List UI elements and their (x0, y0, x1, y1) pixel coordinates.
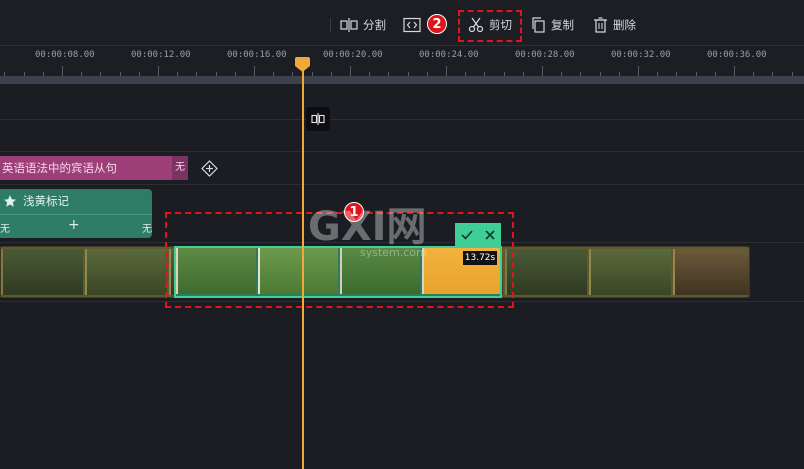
watermark-logo: GXI网 (308, 204, 427, 250)
ruler-time-label: 00:00:36.00 (707, 50, 767, 60)
ruler-major-tick (62, 66, 63, 76)
copy-button[interactable]: 复制 (531, 14, 574, 36)
ruler-major-tick (158, 66, 159, 76)
ruler-major-tick (446, 66, 447, 76)
video-frame-thumbnail (589, 249, 671, 295)
ruler-time-label: 00:00:16.00 (227, 50, 287, 60)
star-icon (4, 195, 16, 207)
delete-button[interactable]: 删除 (593, 14, 636, 36)
toolbar: 分割 剪切 复制 删除 (0, 0, 804, 46)
timeline-ruler[interactable]: 00:00:08.00 00:00:12.00 00:00:16.00 00:00:2… (0, 46, 804, 76)
step-2-badge: 2 (427, 14, 447, 34)
ruler-scroll-bar[interactable] (0, 76, 804, 84)
cut-button-highlight (458, 10, 522, 42)
split-label: 分割 (363, 18, 386, 32)
playhead-handle[interactable] (294, 57, 311, 73)
sticker-clip-footer: 无 + 无 (0, 214, 152, 238)
ruler-time-label: 00:00:12.00 (131, 50, 191, 60)
delete-label: 删除 (613, 18, 636, 32)
video-frame-thumbnail (85, 249, 167, 295)
video-frame-thumbnail (673, 249, 749, 295)
track-divider (0, 119, 804, 120)
split-at-playhead-button[interactable] (306, 107, 330, 131)
ruler-time-label: 00:00:08.00 (35, 50, 95, 60)
split-icon (311, 113, 325, 125)
expand-button[interactable] (403, 14, 421, 36)
add-keyframe-icon[interactable] (201, 160, 218, 177)
copy-icon (532, 17, 545, 33)
subtitle-clip-end[interactable]: 无 (172, 156, 188, 180)
ruler-major-tick (542, 66, 543, 76)
ruler-major-tick (350, 66, 351, 76)
video-frame-thumbnail (1, 249, 83, 295)
sticker-out-transition[interactable]: 无 (142, 220, 152, 235)
ruler-major-tick (638, 66, 639, 76)
sticker-add-button[interactable]: + (68, 217, 80, 233)
split-button[interactable]: 分割 (340, 14, 386, 36)
ruler-time-label: 00:00:32.00 (611, 50, 671, 60)
sticker-label: 浅黄标记 (23, 194, 69, 208)
sticker-clip-header: 浅黄标记 (0, 189, 152, 213)
sticker-in-transition[interactable]: 无 (0, 220, 10, 235)
ruler-time-label: 00:00:24.00 (419, 50, 479, 60)
track-divider (0, 184, 804, 185)
sticker-clip[interactable]: 浅黄标记 无 + 无 (0, 189, 152, 238)
code-bracket-icon (403, 17, 421, 33)
ruler-time-label: 00:00:20.00 (323, 50, 383, 60)
watermark-domain: system.com (360, 246, 427, 259)
track-divider (0, 151, 804, 152)
trash-icon (594, 17, 607, 33)
toolbar-divider (330, 18, 331, 32)
ruler-major-tick (254, 66, 255, 76)
video-frame-thumbnail (505, 249, 587, 295)
ruler-major-tick (734, 66, 735, 76)
split-icon (340, 18, 358, 32)
copy-label: 复制 (551, 18, 574, 32)
ruler-time-label: 00:00:28.00 (515, 50, 575, 60)
site-watermark: GXI网 system.com (308, 204, 427, 259)
subtitle-clip[interactable]: 英语语法中的宾语从句 (0, 156, 172, 180)
